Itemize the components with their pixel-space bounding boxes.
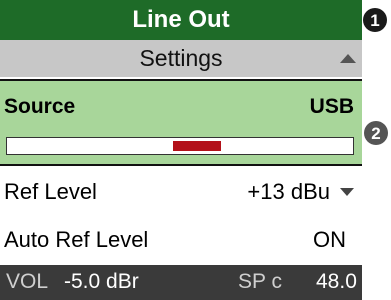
source-setting[interactable]: Source USB <box>0 79 362 166</box>
auto-ref-level-label: Auto Ref Level <box>4 227 149 252</box>
scroll-up-icon[interactable] <box>340 54 356 63</box>
page-title: Line Out <box>0 0 362 40</box>
callout-2-badge: 2 <box>364 121 388 145</box>
device-screen: Line Out Settings Source USB Ref Level +… <box>0 0 362 300</box>
volume-label: VOL <box>6 270 49 293</box>
source-value[interactable]: USB <box>310 95 354 119</box>
page-title-text: Line Out <box>132 6 230 33</box>
source-position-bar[interactable] <box>6 137 354 155</box>
chevron-down-icon[interactable] <box>340 188 354 196</box>
callout-1-number: 1 <box>370 10 380 30</box>
settings-header: Settings <box>0 40 362 79</box>
volume-value: -5.0 dBr <box>64 270 139 293</box>
sample-rate-label: SP c <box>238 270 282 293</box>
ref-level-value[interactable]: +13 dBu <box>247 179 330 205</box>
auto-ref-level-row[interactable]: Auto Ref Level ON <box>0 216 362 262</box>
ref-level-row[interactable]: Ref Level +13 dBu <box>0 168 362 214</box>
auto-ref-level-value[interactable]: ON <box>313 227 346 253</box>
source-position-indicator <box>173 141 221 151</box>
sample-rate-value: 48.0 <box>316 270 357 293</box>
callout-2-number: 2 <box>371 123 381 143</box>
source-label: Source <box>4 95 76 118</box>
settings-header-text: Settings <box>139 45 223 71</box>
status-bar: VOL -5.0 dBr SP c 48.0 <box>0 265 362 300</box>
ref-level-label: Ref Level <box>4 179 97 204</box>
callout-1-badge: 1 <box>363 8 387 32</box>
